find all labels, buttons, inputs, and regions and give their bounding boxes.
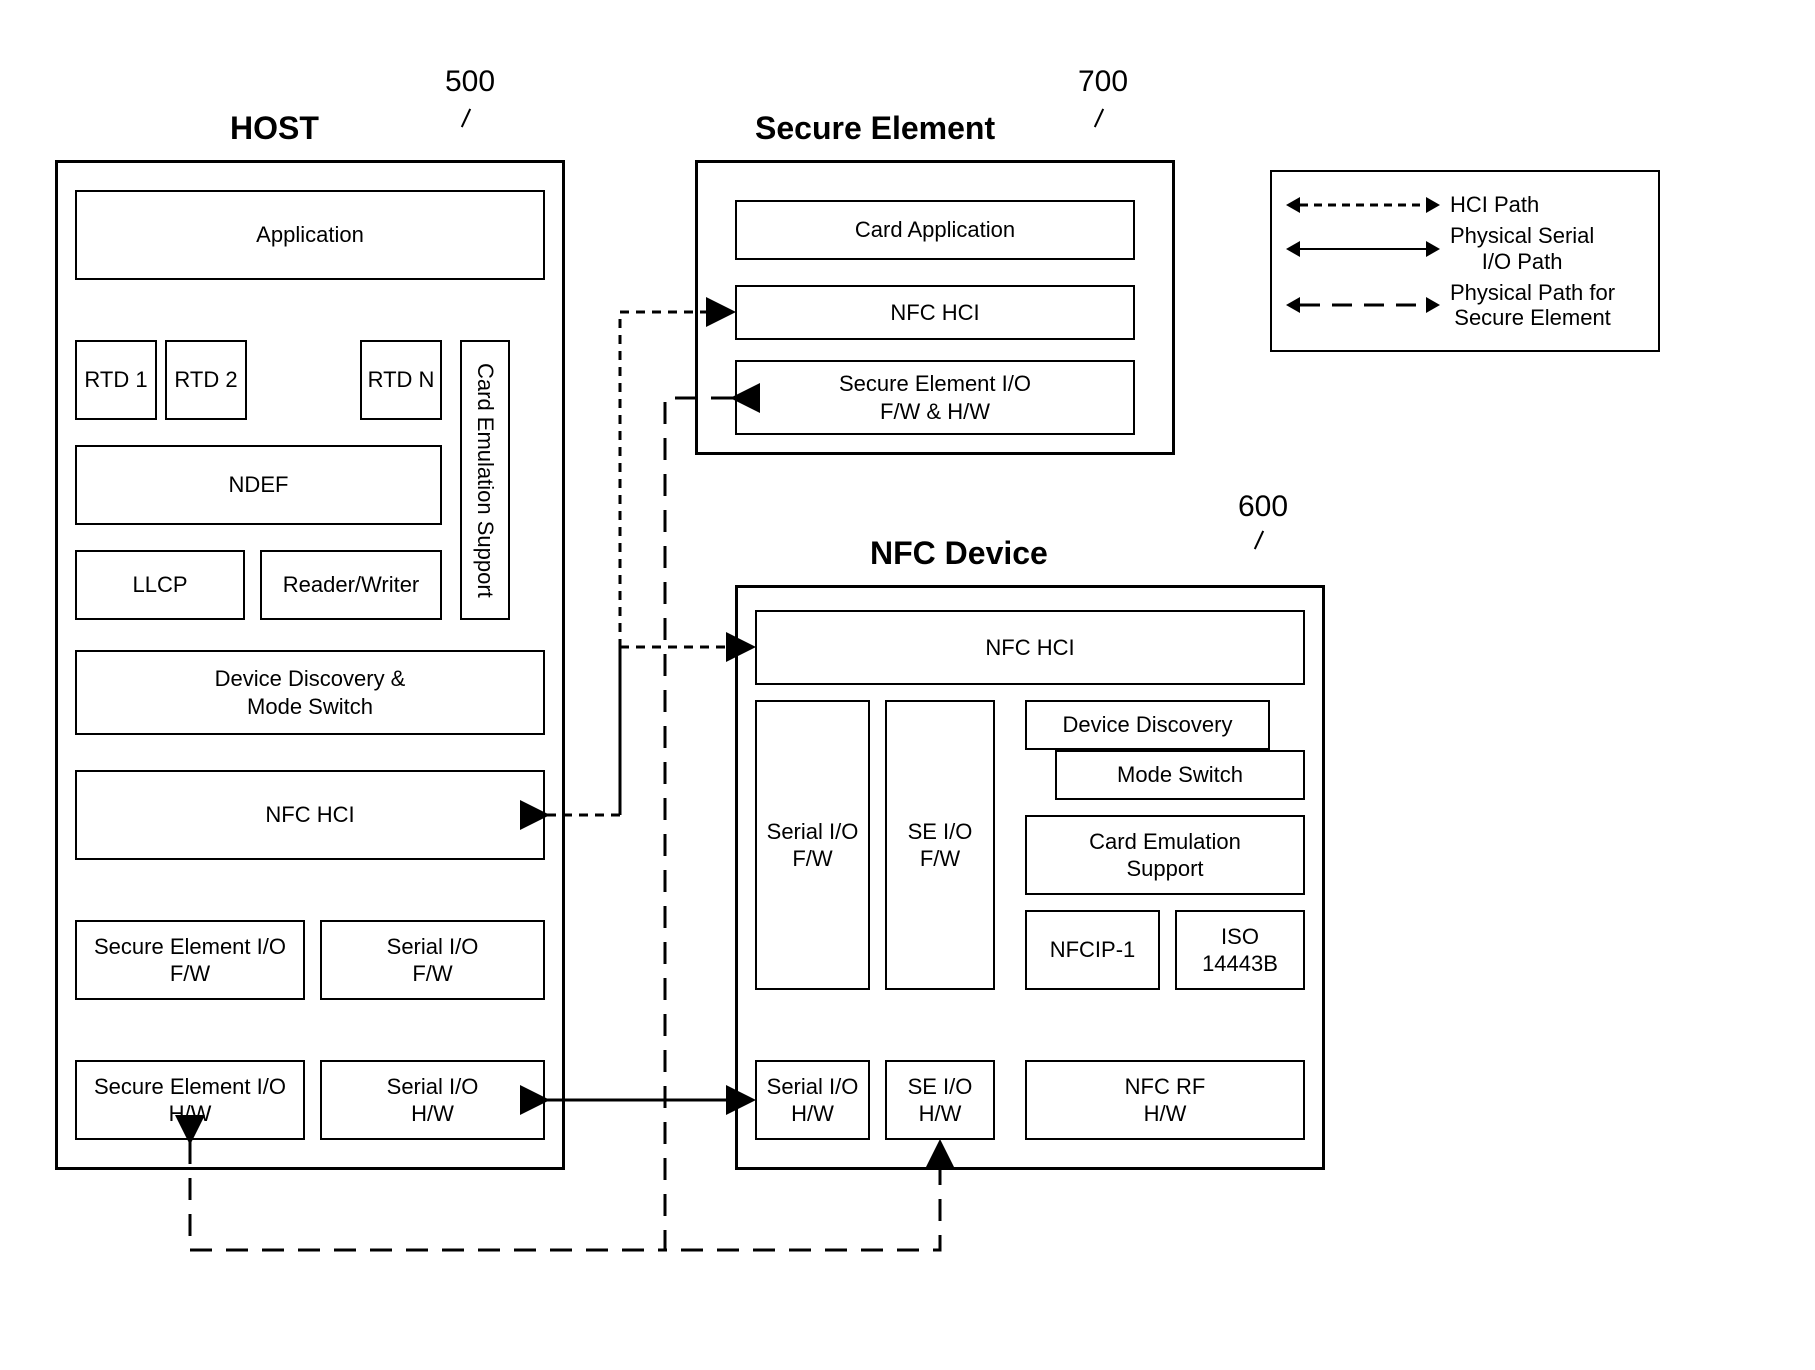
legend-serial-row: Physical Serial I/O Path xyxy=(1288,223,1642,274)
nfc-se-io-fw: SE I/O F/W xyxy=(885,700,995,990)
legend-hci-row: HCI Path xyxy=(1288,192,1642,217)
nfc-se-io-hw: SE I/O H/W xyxy=(885,1060,995,1140)
nfc-mode-switch: Mode Switch xyxy=(1055,750,1305,800)
legend-se-row: Physical Path for Secure Element xyxy=(1288,280,1642,331)
host-ndef: NDEF xyxy=(75,445,442,525)
se-io-fw-hw: Secure Element I/O F/W & H/W xyxy=(735,360,1135,435)
se-card-application: Card Application xyxy=(735,200,1135,260)
host-serial-io-fw: Serial I/O F/W xyxy=(320,920,545,1000)
nfc-device-discovery: Device Discovery xyxy=(1025,700,1270,750)
se-nfc-hci: NFC HCI xyxy=(735,285,1135,340)
tick-host xyxy=(461,109,471,128)
nfc-rf-hw: NFC RF H/W xyxy=(1025,1060,1305,1140)
host-serial-io-hw: Serial I/O H/W xyxy=(320,1060,545,1140)
legend-se-label: Physical Path for Secure Element xyxy=(1450,280,1615,331)
nfc-iso14443b: ISO 14443B xyxy=(1175,910,1305,990)
nfc-card-emulation-support: Card Emulation Support xyxy=(1025,815,1305,895)
host-llcp: LLCP xyxy=(75,550,245,620)
ref-nfc: 600 xyxy=(1238,490,1288,524)
legend: HCI Path Physical Serial I/O Path Physic… xyxy=(1270,170,1660,352)
host-card-emulation-support: Card Emulation Support xyxy=(460,340,510,620)
host-se-io-fw: Secure Element I/O F/W xyxy=(75,920,305,1000)
legend-hci-line-icon xyxy=(1288,204,1438,206)
nfc-nfcip1: NFCIP-1 xyxy=(1025,910,1160,990)
legend-hci-label: HCI Path xyxy=(1450,192,1539,217)
legend-serial-label: Physical Serial I/O Path xyxy=(1450,223,1594,274)
host-card-emu-label: Card Emulation Support xyxy=(471,363,499,598)
tick-se xyxy=(1094,109,1104,128)
ref-host: 500 xyxy=(445,65,495,99)
title-host: HOST xyxy=(230,110,319,147)
host-reader-writer: Reader/Writer xyxy=(260,550,442,620)
legend-se-line-icon xyxy=(1288,304,1438,306)
host-application: Application xyxy=(75,190,545,280)
host-se-io-hw: Secure Element I/O H/W xyxy=(75,1060,305,1140)
title-nfc: NFC Device xyxy=(870,535,1048,572)
title-se: Secure Element xyxy=(755,110,995,147)
host-rtdn: RTD N xyxy=(360,340,442,420)
host-device-discovery-mode-switch: Device Discovery & Mode Switch xyxy=(75,650,545,735)
host-nfc-hci: NFC HCI xyxy=(75,770,545,860)
host-rtd1: RTD 1 xyxy=(75,340,157,420)
legend-serial-line-icon xyxy=(1288,248,1438,250)
nfc-serial-io-hw: Serial I/O H/W xyxy=(755,1060,870,1140)
nfc-serial-io-fw: Serial I/O F/W xyxy=(755,700,870,990)
host-rtd2: RTD 2 xyxy=(165,340,247,420)
nfc-hci: NFC HCI xyxy=(755,610,1305,685)
ref-se: 700 xyxy=(1078,65,1128,99)
tick-nfc xyxy=(1254,531,1264,550)
